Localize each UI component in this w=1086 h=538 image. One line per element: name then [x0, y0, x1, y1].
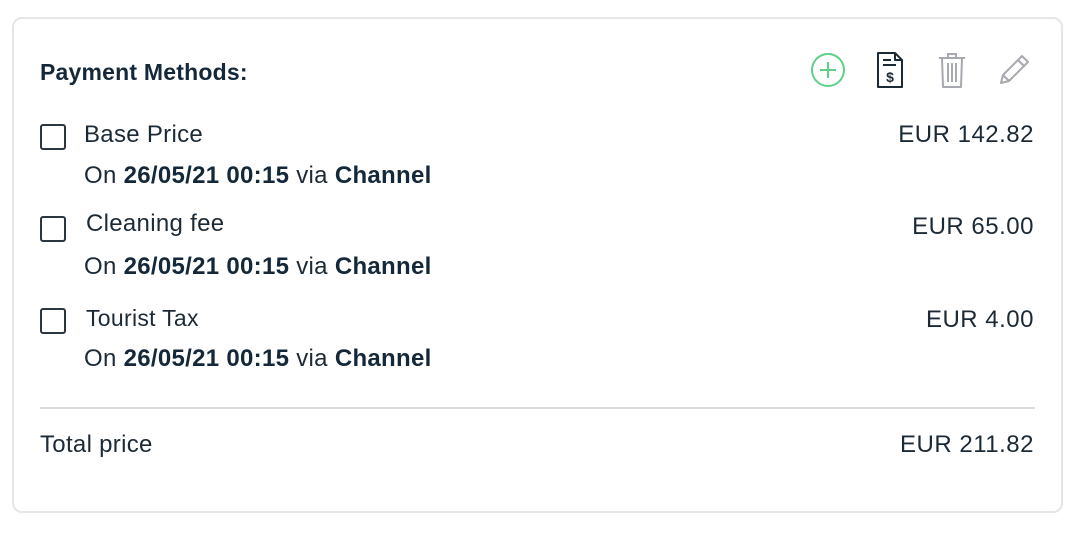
on-label: On — [84, 345, 117, 372]
via-label: via — [296, 253, 328, 280]
item-name: Base Price — [84, 121, 204, 148]
item-channel: Channel — [334, 345, 432, 372]
add-circle-icon — [811, 53, 845, 87]
on-label: On — [84, 162, 117, 189]
total-value: EUR 211.82 — [900, 431, 1034, 458]
item-datetime: 26/05/21 00:15 — [123, 345, 290, 372]
via-label: via — [296, 345, 328, 372]
item-meta: On 26/05/21 00:15 via Channel — [84, 345, 432, 373]
item-channel: Channel — [334, 162, 432, 189]
invoice-dollar-icon: $ — [877, 52, 903, 88]
item-meta: On 26/05/21 00:15 via Channel — [84, 253, 432, 281]
item-amount: EUR 142.82 — [898, 121, 1034, 148]
section-title: Payment Methods: — [40, 59, 248, 85]
item-datetime: 26/05/21 00:15 — [123, 253, 290, 280]
trash-icon — [939, 53, 965, 88]
item-amount: EUR 4.00 — [925, 306, 1034, 333]
pencil-icon — [1000, 55, 1029, 84]
svg-text:$: $ — [886, 69, 894, 85]
total-label: Total price — [40, 431, 153, 458]
item-name: Tourist Tax — [86, 305, 199, 331]
item-checkbox[interactable] — [40, 216, 66, 242]
item-checkbox[interactable] — [40, 308, 66, 334]
item-amount: EUR 65.00 — [912, 213, 1034, 240]
add-payment-button[interactable] — [808, 50, 848, 90]
edit-button[interactable] — [994, 50, 1034, 90]
item-datetime: 26/05/21 00:15 — [123, 162, 290, 189]
item-meta: On 26/05/21 00:15 via Channel — [84, 162, 432, 190]
invoice-button[interactable]: $ — [870, 50, 910, 90]
item-name: Cleaning fee — [86, 210, 225, 237]
delete-button[interactable] — [932, 50, 972, 90]
item-checkbox[interactable] — [40, 124, 66, 150]
item-channel: Channel — [334, 253, 432, 280]
via-label: via — [296, 162, 328, 189]
on-label: On — [84, 253, 117, 280]
divider — [40, 407, 1035, 409]
